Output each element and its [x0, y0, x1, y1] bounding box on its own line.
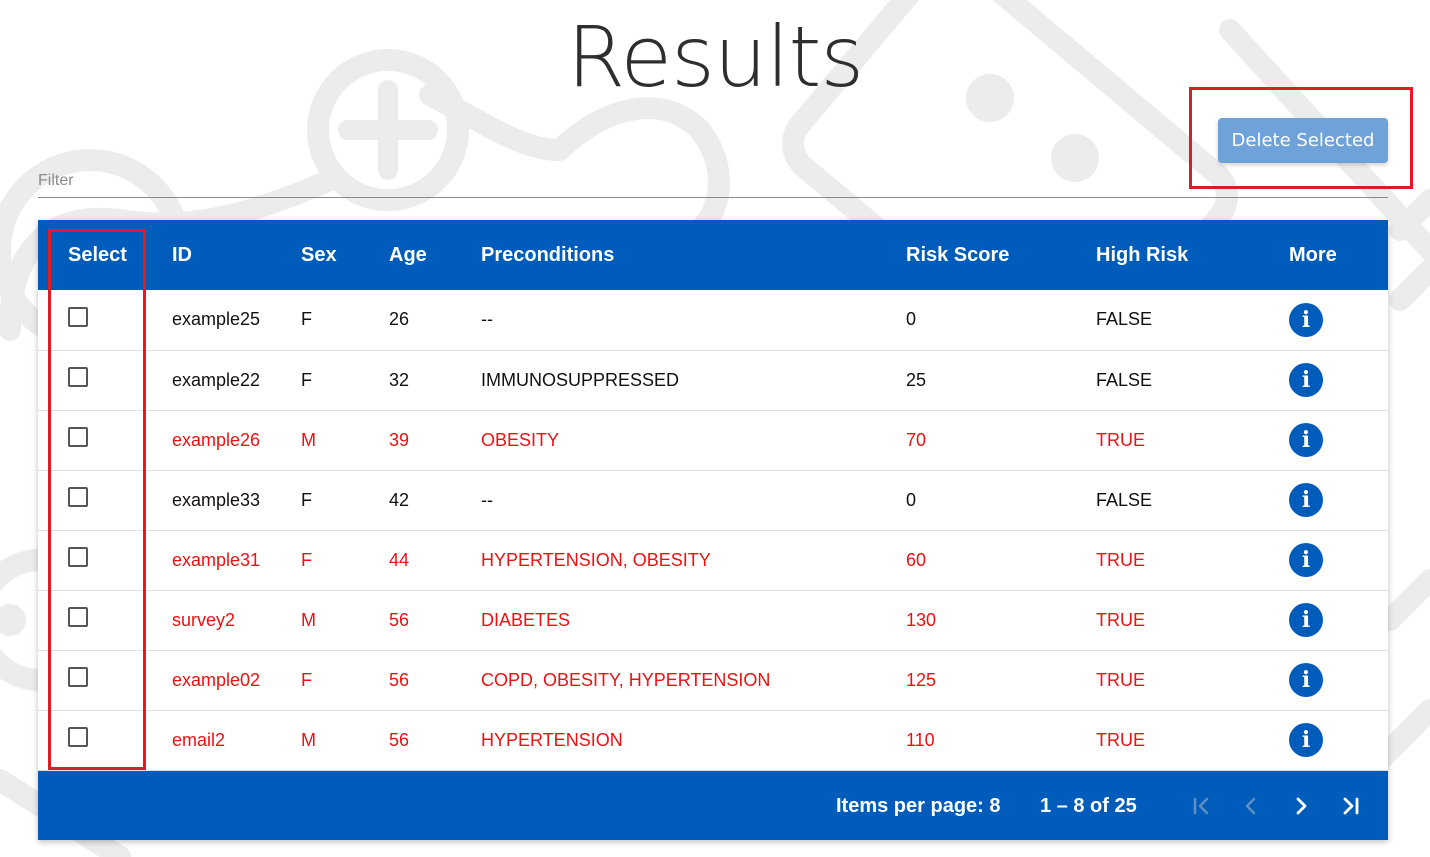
highlight-box-select-column [48, 229, 146, 770]
column-header-high-risk[interactable]: High Risk [1096, 220, 1289, 290]
table-row: example33 F 42 -- 0 FALSE i [38, 470, 1388, 530]
table-row: email2 M 56 HYPERTENSION 110 TRUE i [38, 710, 1388, 770]
cell-sex: F [301, 489, 312, 510]
results-table: Select ID Sex Age Preconditions Risk Sco… [38, 220, 1388, 771]
highlight-box-delete [1189, 87, 1413, 189]
cell-age: 42 [389, 489, 410, 510]
cell-age: 56 [389, 609, 410, 630]
cell-id: example02 [172, 669, 261, 690]
cell-sex: M [301, 729, 316, 750]
filter-field[interactable] [38, 168, 1388, 198]
paginator: Items per page: 8 1 – 8 of 25 [38, 771, 1388, 840]
cell-age: 26 [389, 309, 410, 330]
table-header-row: Select ID Sex Age Preconditions Risk Sco… [38, 220, 1388, 290]
info-icon[interactable]: i [1289, 603, 1323, 637]
column-header-age[interactable]: Age [389, 220, 481, 290]
table-row: example31 F 44 HYPERTENSION, OBESITY 60 … [38, 530, 1388, 590]
info-icon[interactable]: i [1289, 543, 1323, 577]
cell-high-risk: TRUE [1096, 669, 1145, 690]
cell-risk-score: 70 [906, 429, 927, 450]
cell-high-risk: TRUE [1096, 609, 1145, 630]
cell-risk-score: 130 [906, 609, 937, 630]
cell-high-risk: FALSE [1096, 309, 1153, 330]
column-header-sex[interactable]: Sex [301, 220, 389, 290]
filter-input[interactable] [38, 168, 1388, 194]
info-icon[interactable]: i [1289, 483, 1323, 517]
cell-id: example31 [172, 549, 261, 570]
info-icon[interactable]: i [1289, 663, 1323, 697]
cell-risk-score: 0 [906, 309, 917, 330]
first-page-icon[interactable] [1186, 791, 1216, 821]
table-row: example25 F 26 -- 0 FALSE i [38, 290, 1388, 350]
table-row: example26 M 39 OBESITY 70 TRUE i [38, 410, 1388, 470]
info-icon[interactable]: i [1289, 723, 1323, 757]
chevron-right-icon[interactable] [1286, 791, 1316, 821]
cell-preconditions: HYPERTENSION [481, 729, 623, 750]
info-icon[interactable]: i [1289, 363, 1323, 397]
chevron-left-icon[interactable] [1236, 791, 1266, 821]
table-row: example22 F 32 IMMUNOSUPPRESSED 25 FALSE… [38, 350, 1388, 410]
cell-preconditions: COPD, OBESITY, HYPERTENSION [481, 669, 771, 690]
column-header-preconditions[interactable]: Preconditions [481, 220, 906, 290]
column-header-more: More [1289, 243, 1337, 266]
column-header-risk-score[interactable]: Risk Score [906, 220, 1096, 290]
results-table-card: Select ID Sex Age Preconditions Risk Sco… [38, 220, 1388, 840]
cell-risk-score: 60 [906, 549, 927, 570]
cell-sex: F [301, 549, 312, 570]
cell-risk-score: 110 [906, 729, 935, 750]
info-icon[interactable]: i [1289, 302, 1323, 337]
cell-high-risk: TRUE [1096, 549, 1145, 570]
cell-preconditions: IMMUNOSUPPRESSED [481, 369, 680, 390]
cell-id: example33 [172, 489, 261, 510]
cell-sex: M [301, 609, 316, 630]
cell-sex: F [301, 309, 312, 330]
cell-id: example25 [172, 309, 261, 330]
items-per-page-label[interactable]: Items per page: 8 [836, 795, 1001, 818]
cell-preconditions: OBESITY [481, 429, 560, 450]
cell-preconditions: HYPERTENSION, OBESITY [481, 549, 711, 570]
info-icon[interactable]: i [1289, 423, 1323, 457]
cell-preconditions: DIABETES [481, 609, 571, 630]
last-page-icon[interactable] [1336, 791, 1366, 821]
cell-high-risk: TRUE [1096, 429, 1145, 450]
cell-sex: F [301, 369, 312, 390]
page-range-label: 1 – 8 of 25 [1040, 795, 1137, 817]
table-row: example02 F 56 COPD, OBESITY, HYPERTENSI… [38, 650, 1388, 710]
cell-id: survey2 [172, 609, 236, 630]
cell-preconditions: -- [481, 309, 493, 330]
cell-age: 44 [389, 549, 410, 570]
cell-high-risk: FALSE [1096, 489, 1153, 510]
table-row: survey2 M 56 DIABETES 130 TRUE i [38, 590, 1388, 650]
cell-age: 32 [389, 369, 410, 390]
cell-age: 39 [389, 429, 410, 450]
cell-risk-score: 0 [906, 489, 917, 510]
column-header-id[interactable]: ID [172, 220, 301, 290]
cell-id: example26 [172, 429, 261, 450]
cell-high-risk: TRUE [1096, 729, 1145, 750]
cell-id: example22 [172, 369, 261, 390]
cell-sex: M [301, 429, 316, 450]
cell-high-risk: FALSE [1096, 369, 1153, 390]
cell-sex: F [301, 669, 312, 690]
cell-age: 56 [389, 729, 410, 750]
cell-preconditions: -- [481, 489, 493, 510]
cell-id: email2 [172, 729, 226, 750]
cell-age: 56 [389, 669, 410, 690]
cell-risk-score: 25 [906, 369, 927, 390]
cell-risk-score: 125 [906, 669, 937, 690]
